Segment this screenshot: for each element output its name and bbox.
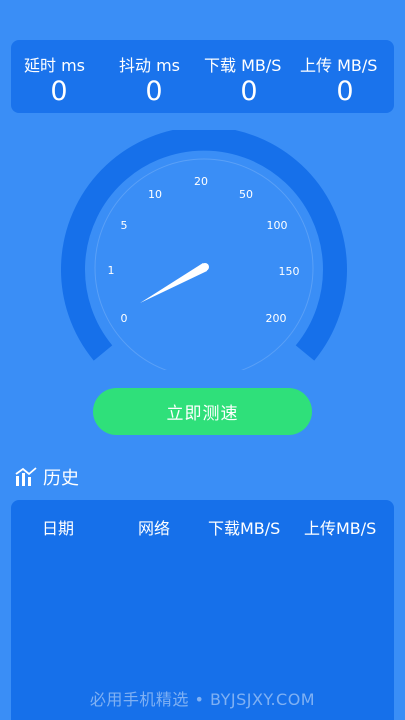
gauge-tick-label: 150 <box>279 265 300 278</box>
gauge-tick-label: 0 <box>121 312 128 325</box>
upload-label: 上传 MB/S <box>300 56 378 75</box>
needle-tip <box>201 263 209 271</box>
jitter-value: 0 <box>145 76 163 107</box>
latency-value: 0 <box>50 76 68 107</box>
stats-panel: 延时 ms 0 抖动 ms 0 下载 MB/S 0 上传 MB/S 0 <box>11 40 394 113</box>
column-network: 网络 <box>138 519 171 538</box>
speed-gauge: 0 1 5 10 20 50 100 150 200 <box>61 130 347 370</box>
gauge-tick-label: 200 <box>266 312 287 325</box>
start-test-button[interactable]: 立即测速 <box>93 388 312 435</box>
download-label: 下载 MB/S <box>204 56 282 75</box>
watermark: 必用手机精选 • BYJSJXY.COM <box>89 690 316 709</box>
gauge-tick-label: 1 <box>108 264 115 277</box>
gauge-tick-label: 50 <box>239 188 253 201</box>
bar-chart-icon <box>15 467 37 486</box>
gauge-tick-label: 10 <box>148 188 162 201</box>
history-title: 历史 <box>43 468 79 489</box>
gauge-inner <box>92 156 316 370</box>
jitter-label: 抖动 ms <box>119 56 181 75</box>
gauge-tick-label: 100 <box>267 219 288 232</box>
upload-value: 0 <box>336 76 354 107</box>
gauge-tick-label: 5 <box>121 219 128 232</box>
column-download: 下载MB/S <box>208 519 281 538</box>
column-upload: 上传MB/S <box>304 519 377 538</box>
latency-label: 延时 ms <box>24 56 86 75</box>
gauge-tick-label: 20 <box>194 175 208 188</box>
history-header: 历史 <box>15 463 79 491</box>
download-value: 0 <box>240 76 258 107</box>
column-date: 日期 <box>42 519 75 538</box>
